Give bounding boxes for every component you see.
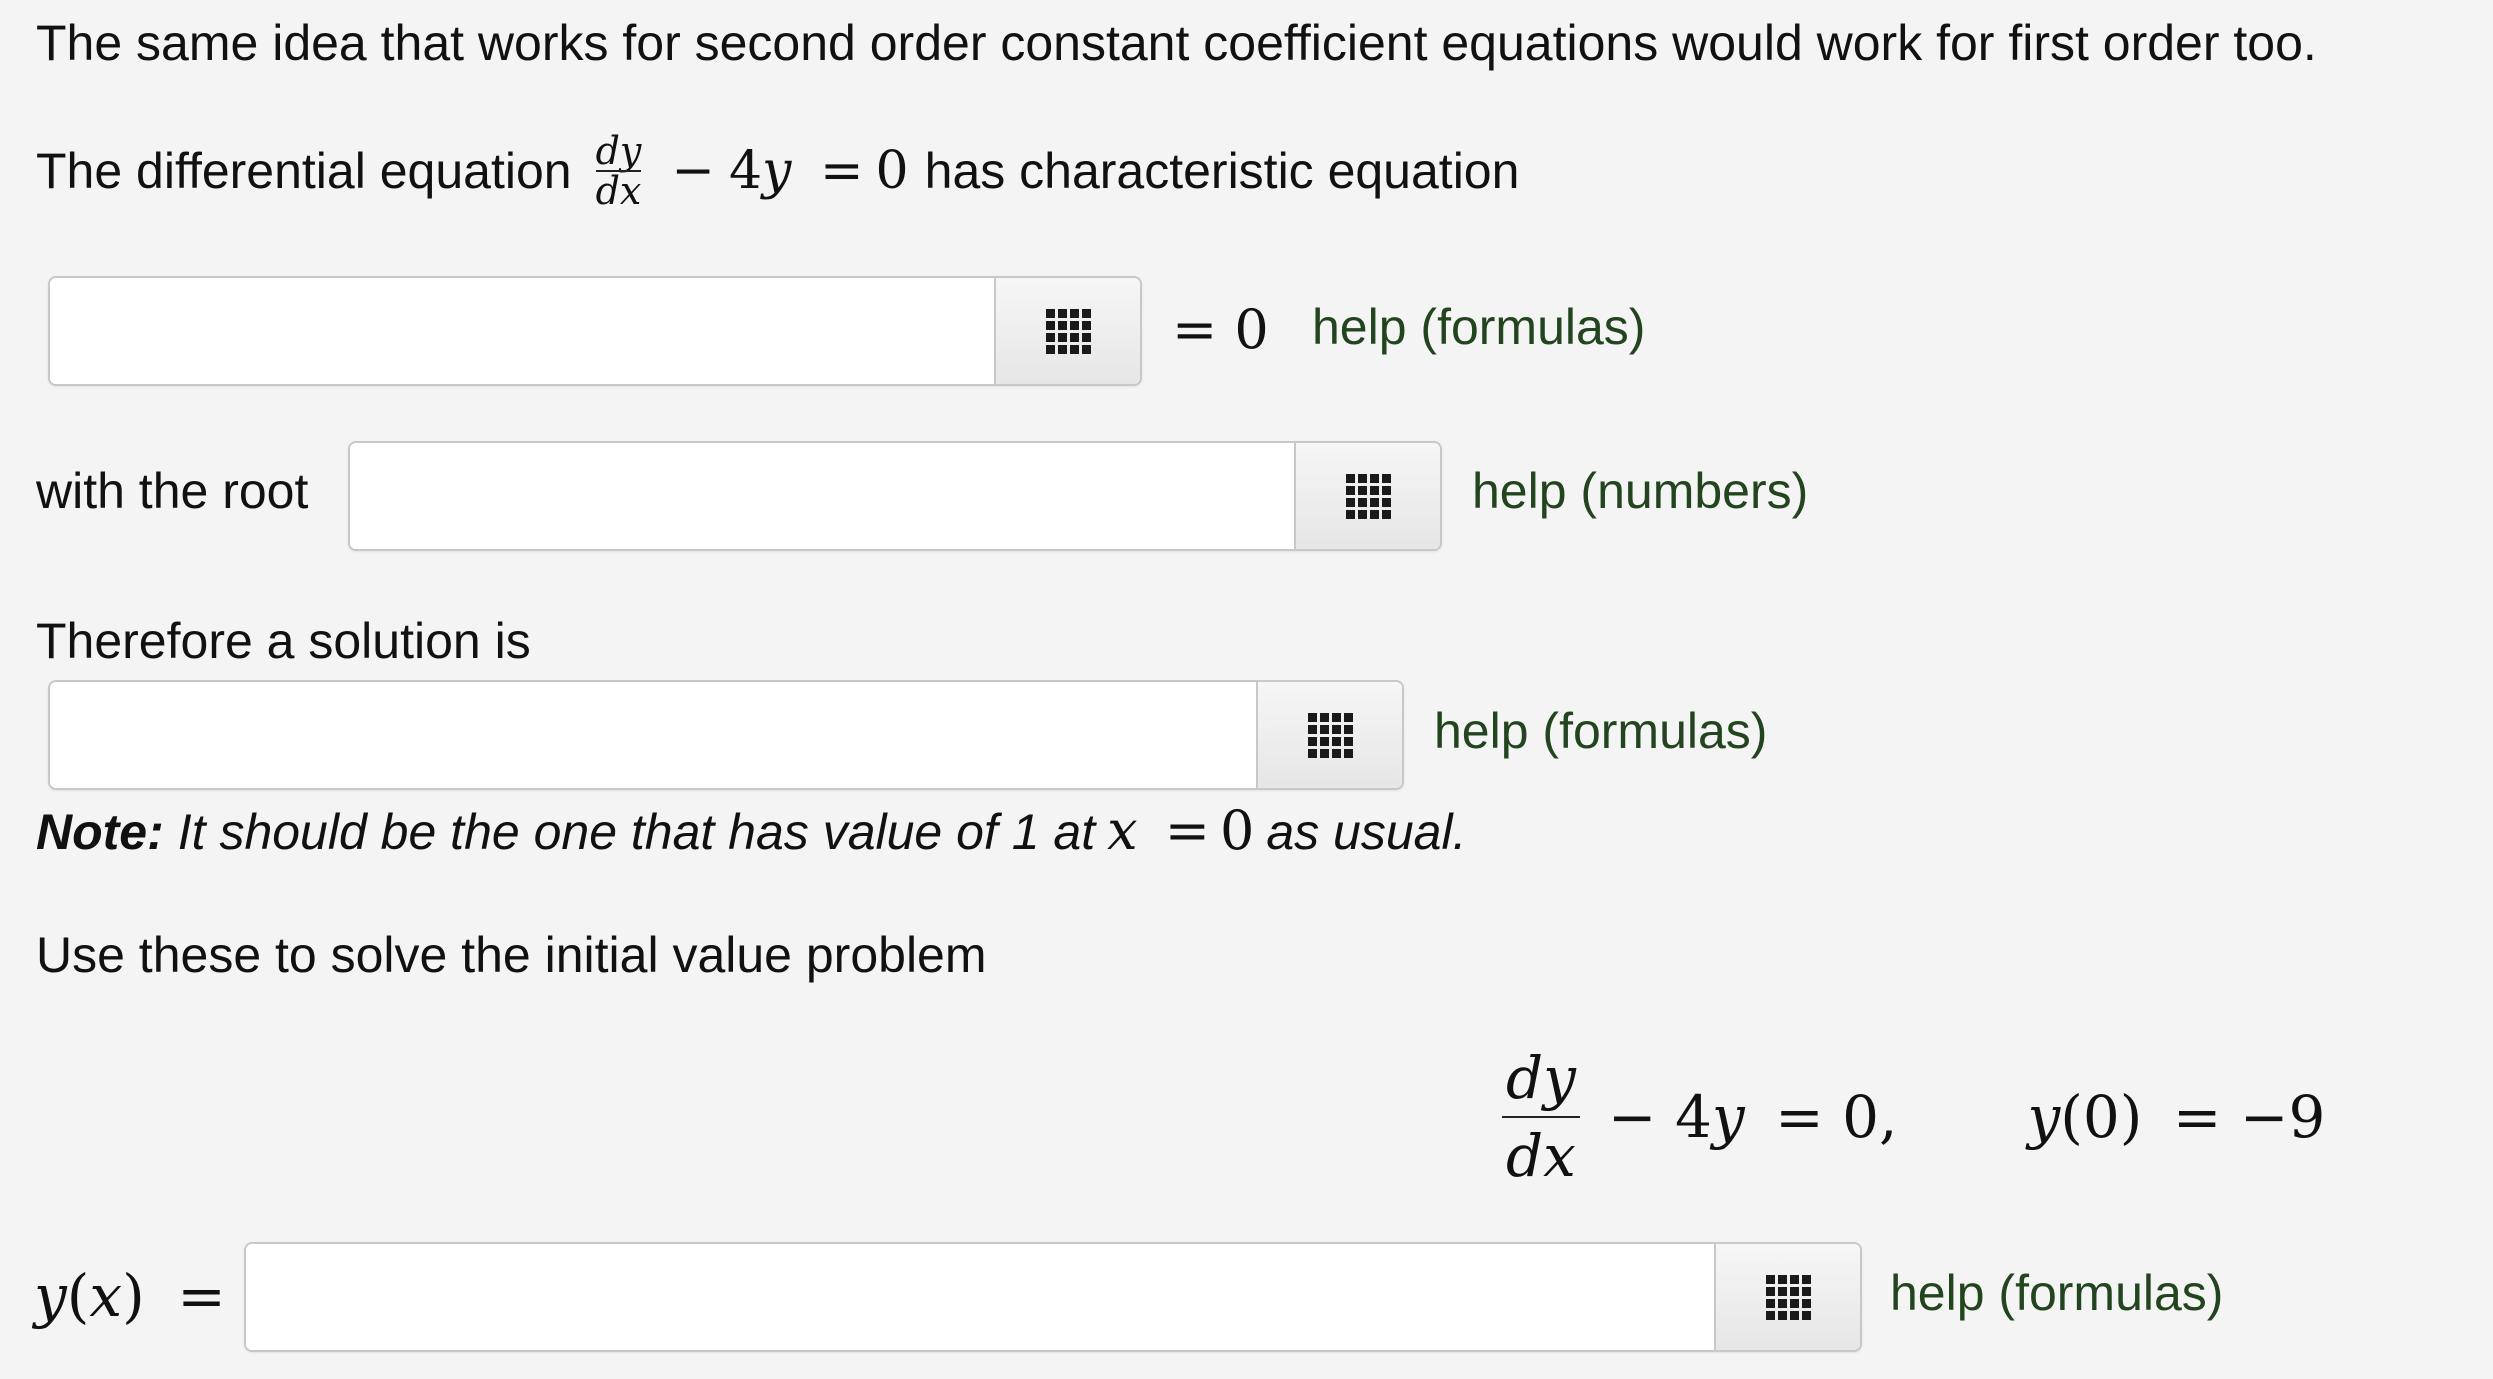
diff-eq-prefix: The differential equation	[36, 143, 572, 199]
char-eq-equals-zero: = 0	[1172, 298, 1269, 361]
solution-field	[48, 680, 1404, 790]
grid-icon	[1307, 712, 1353, 758]
solution-input[interactable]	[50, 682, 1256, 788]
root-field	[348, 441, 1442, 551]
char-eq-editor-button[interactable]	[994, 278, 1140, 384]
ivp-rest: − 4y = 0,	[1607, 1083, 1898, 1151]
frac-denominator: dx	[595, 169, 642, 213]
ivp-equation: dy dx − 4y = 0, y(0) = −9	[1502, 1044, 2325, 1190]
diff-eq-line: The differential equation dy dx −4y = 0 h…	[36, 132, 1519, 210]
note-bold: Note:	[36, 804, 164, 860]
note-text1: It should be the one that has value of 1…	[177, 804, 1096, 860]
answer-input[interactable]	[246, 1244, 1714, 1350]
ivp-dy-dx-fraction: dy dx	[1502, 1044, 1580, 1190]
solution-editor-button[interactable]	[1256, 682, 1402, 788]
diff-eq-math: −4y = 0	[671, 141, 909, 201]
intro-text: The same idea that works for second orde…	[36, 15, 2317, 71]
diff-eq-suffix: has characteristic equation	[924, 143, 1520, 199]
answer-editor-button[interactable]	[1714, 1244, 1860, 1350]
frac-numerator: dy	[595, 129, 642, 173]
note-math: x = 0	[1107, 799, 1255, 862]
char-eq-input[interactable]	[50, 278, 994, 384]
note-line: Note: It should be the one that has valu…	[36, 804, 1466, 858]
grid-icon	[1045, 308, 1091, 354]
answer-help-link[interactable]: help (formulas)	[1890, 1268, 2223, 1318]
ivp-label: Use these to solve the initial value pro…	[36, 927, 987, 983]
root-editor-button[interactable]	[1294, 443, 1440, 549]
root-label: with the root	[36, 463, 309, 519]
ivp-initial-condition: y(0) = −9	[2027, 1083, 2326, 1151]
grid-icon	[1345, 473, 1391, 519]
dy-dx-fraction: dy dx	[595, 129, 642, 213]
solution-help-link[interactable]: help (formulas)	[1434, 706, 1767, 756]
root-help-link[interactable]: help (numbers)	[1472, 466, 1808, 516]
answer-field	[244, 1242, 1862, 1352]
root-input[interactable]	[350, 443, 1294, 549]
answer-label: y(x) =	[34, 1262, 226, 1330]
note-text2: as usual.	[1266, 804, 1467, 860]
grid-icon	[1765, 1274, 1811, 1320]
char-eq-field	[48, 276, 1142, 386]
solution-label: Therefore a solution is	[36, 613, 531, 669]
char-eq-help-link[interactable]: help (formulas)	[1312, 302, 1645, 352]
